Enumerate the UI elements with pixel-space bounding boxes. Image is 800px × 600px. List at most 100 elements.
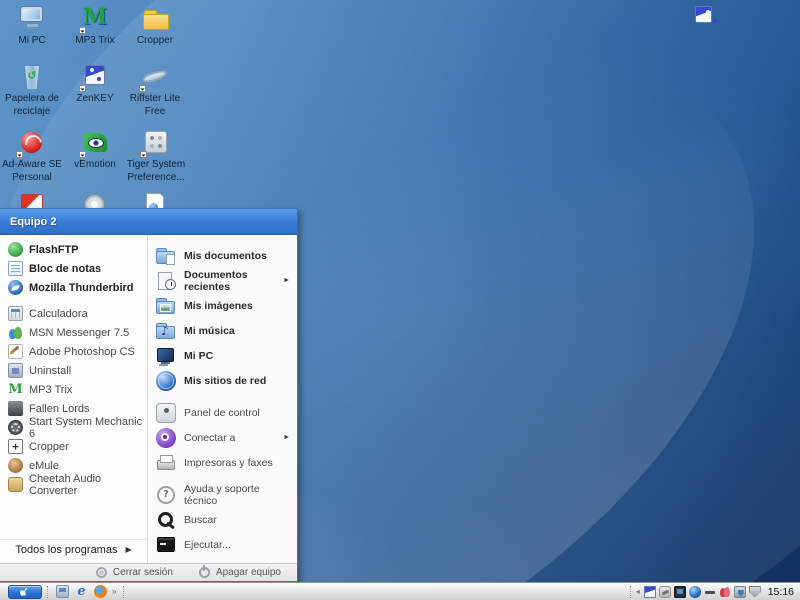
menu-item-label: eMule [29, 459, 59, 472]
menu-item-ejecutar[interactable]: Ejecutar... [148, 532, 297, 557]
start-menu-pinned-column: FlashFTP Bloc de notas Mozilla Thunderbi… [0, 235, 148, 563]
menu-item-flashftp[interactable]: FlashFTP [0, 240, 147, 259]
log-off-label: Cerrar sesión [112, 567, 173, 578]
firefox-icon[interactable] [94, 585, 107, 598]
menu-separator [0, 297, 147, 304]
menu-item-documentos-recientes[interactable]: Documentos recientes ► [148, 268, 297, 293]
menu-item-mis-documentos[interactable]: Mis documentos [148, 243, 297, 268]
shut-down-button[interactable]: Apagar equipo [198, 567, 281, 578]
menu-item-buscar[interactable]: Buscar [148, 507, 297, 532]
shortcut-arrow-badge [79, 151, 86, 158]
menu-item-uninstall[interactable]: Uninstall [0, 361, 147, 380]
blue-orb-tray-icon[interactable] [688, 585, 701, 598]
menu-item-label: MP3 Trix [29, 383, 73, 396]
desktop-icon-label: Mi PC [18, 35, 46, 46]
emule-icon [8, 458, 23, 473]
desktop-icon-zenkey[interactable]: ZenKEY [64, 64, 126, 106]
messenger-tray-icon[interactable] [719, 586, 731, 598]
menu-item-label: Documentos recientes [184, 268, 248, 293]
help-icon [156, 485, 176, 505]
zenkey-tray-icon[interactable] [643, 585, 656, 598]
documents-folder-icon [156, 246, 176, 266]
desktop-icon-vemotion[interactable]: vEmotion [64, 130, 126, 172]
recycle-bin-icon [16, 64, 48, 91]
vemotion-icon [79, 130, 111, 158]
shut-down-label: Apagar equipo [215, 567, 281, 578]
menu-item-cheetah[interactable]: Cheetah Audio Converter [0, 473, 147, 497]
menu-item-mis-sitios-de-red[interactable]: Mis sitios de red [148, 368, 297, 393]
desktop-icon-label: Ad-Aware SE Personal [2, 159, 62, 183]
desktop-icon-cropper[interactable]: Cropper [124, 6, 186, 48]
run-icon [156, 535, 176, 555]
internet-explorer-icon[interactable] [75, 585, 88, 598]
network-globe-icon [156, 370, 176, 391]
zenkey-icon [695, 6, 713, 24]
tray-expand-icon[interactable]: ◂ [636, 587, 640, 596]
submenu-arrow-icon: ► [283, 434, 290, 441]
menu-item-mp3-trix[interactable]: MP3 Trix [0, 380, 147, 399]
menu-item-panel-de-control[interactable]: Panel de control [148, 400, 297, 425]
log-off-button[interactable]: Cerrar sesión [95, 567, 173, 578]
menu-item-msn-messenger[interactable]: MSN Messenger 7.5 [0, 323, 147, 342]
all-programs-arrow-icon: ▶ [125, 545, 132, 554]
all-programs-button[interactable]: Todos los programas ▶ [0, 539, 147, 559]
menu-item-calculadora[interactable]: Calculadora [0, 304, 147, 323]
riffster-icon [139, 64, 171, 92]
menu-item-label: Mis sitios de red [184, 374, 267, 387]
desktop-icon-label: ZenKEY [76, 93, 114, 104]
menu-separator [148, 475, 297, 482]
shortcut-arrow-badge [140, 151, 147, 158]
taskbar-separator [123, 585, 125, 598]
desktop-icon-papelera[interactable]: Papelera de reciclaje [2, 64, 62, 118]
volume-bar-tray-icon[interactable] [704, 586, 716, 598]
pictures-folder-icon [156, 296, 176, 316]
menu-item-cropper[interactable]: Cropper [0, 437, 147, 456]
desktop-icon-label: vEmotion [74, 159, 116, 170]
menu-item-mi-pc[interactable]: Mi PC [148, 343, 297, 368]
cropper-icon [8, 439, 23, 454]
desktop-icon-ad-aware[interactable]: Ad-Aware SE Personal [2, 130, 62, 184]
start-button[interactable] [8, 584, 42, 599]
window-icon[interactable] [56, 585, 69, 598]
ad-aware-icon [16, 130, 48, 158]
connect-to-icon [156, 427, 176, 448]
desktop-icon-corner[interactable] [692, 6, 716, 24]
shortcut-arrow-badge [79, 27, 86, 34]
menu-item-ayuda[interactable]: Ayuda y soporte técnico [148, 482, 297, 507]
shield-tray-icon[interactable] [748, 585, 761, 598]
security-monitor-tray-icon[interactable] [733, 585, 746, 598]
desktop-icon-mi-pc[interactable]: Mi PC [2, 6, 62, 48]
flashftp-icon [8, 242, 23, 257]
menu-item-thunderbird[interactable]: Mozilla Thunderbird [0, 278, 147, 297]
menu-item-label: Mozilla Thunderbird [29, 281, 134, 294]
taskbar-clock[interactable]: 15:16 [768, 586, 794, 598]
menu-item-label: Cropper [29, 440, 69, 453]
menu-item-label: Conectar a [184, 431, 236, 444]
menu-item-impresoras[interactable]: Impresoras y faxes [148, 450, 297, 475]
msn-messenger-icon [8, 325, 23, 340]
menu-item-photoshop[interactable]: Adobe Photoshop CS [0, 342, 147, 361]
menu-item-label: Impresoras y faxes [184, 456, 273, 469]
music-folder-icon [156, 321, 176, 341]
menu-item-label: FlashFTP [29, 243, 79, 256]
desktop-icon-riffster[interactable]: Riffster Lite Free [124, 64, 186, 118]
menu-item-label: Uninstall [29, 364, 72, 377]
desktop-icon-label: Papelera de reciclaje [5, 93, 59, 117]
system-tray: ◂ 15:16 [636, 585, 800, 598]
desktop-icon-label: MP3 Trix [75, 35, 115, 46]
menu-item-system-mechanic[interactable]: Start System Mechanic 6 [0, 416, 147, 440]
quick-launch-overflow-icon[interactable]: » [112, 587, 116, 596]
menu-item-label: Mis imágenes [184, 299, 253, 312]
menu-item-mi-musica[interactable]: Mi música [148, 318, 297, 343]
menu-item-bloc-de-notas[interactable]: Bloc de notas [0, 259, 147, 278]
menu-item-mis-imagenes[interactable]: Mis imágenes [148, 293, 297, 318]
desktop-icon-mp3-trix[interactable]: MP3 Trix [64, 4, 126, 48]
taskbar-separator [47, 585, 48, 598]
taskbar-separator [629, 585, 631, 598]
desktop-icon-tiger-system[interactable]: Tiger System Preference... [124, 130, 188, 184]
dialer-tray-icon[interactable] [658, 585, 671, 598]
menu-item-conectar-a[interactable]: Conectar a ► [148, 425, 297, 450]
printer-icon [156, 453, 176, 473]
menu-item-label: Buscar [184, 513, 217, 526]
display-tray-icon[interactable] [673, 585, 686, 598]
